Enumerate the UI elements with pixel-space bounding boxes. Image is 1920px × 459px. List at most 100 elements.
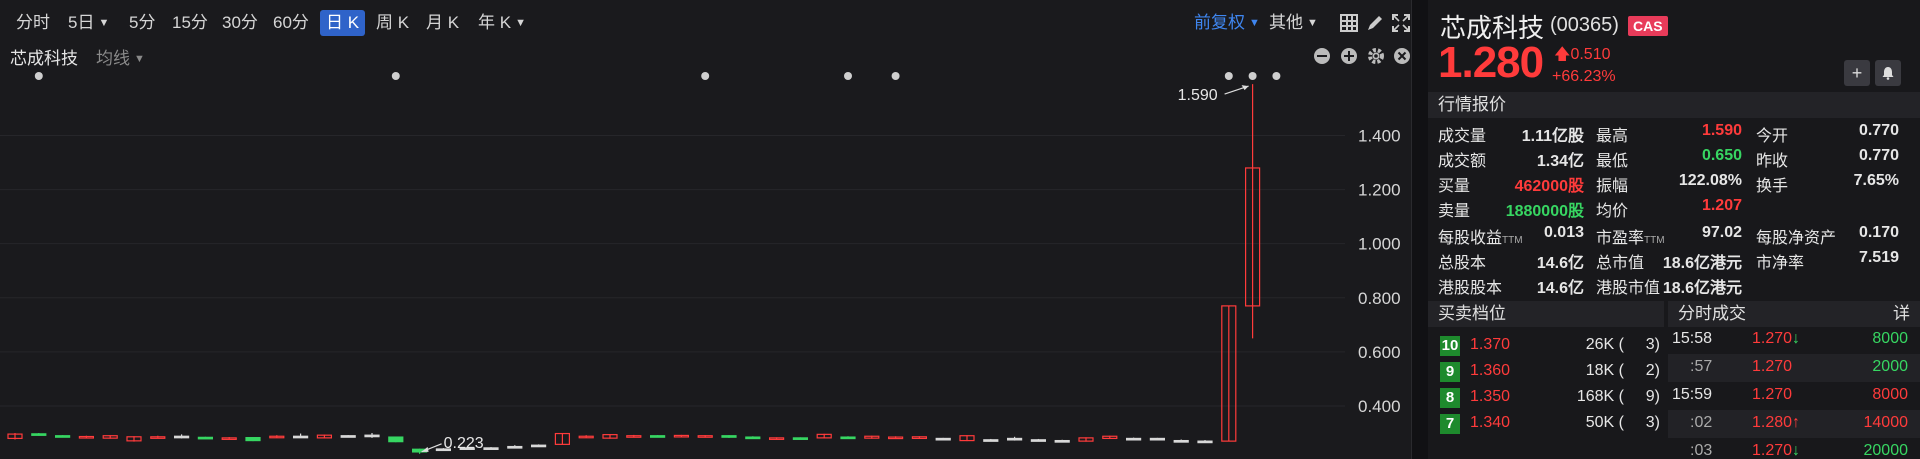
candle-body[interactable] xyxy=(1054,439,1070,443)
chevron-down-icon: ▼ xyxy=(134,53,145,65)
candle-body[interactable] xyxy=(507,445,523,449)
candle-body[interactable] xyxy=(1006,437,1023,441)
quote-value: 0.170 xyxy=(1858,224,1899,241)
trades-header: 分时成交 详 xyxy=(1668,301,1920,327)
level-badge: 8 xyxy=(1440,388,1460,408)
y-tick-label: 1.200 xyxy=(1358,181,1401,200)
quote-label: 港股市值 xyxy=(1596,280,1661,297)
candlestick-chart[interactable]: 1.400 1.200 1.000 0.800 0.600 0.400 1.590 0.22… xyxy=(0,66,1412,459)
event-marker-dot[interactable] xyxy=(1248,72,1257,80)
y-tick-label: 0.800 xyxy=(1358,289,1401,308)
orderbook-row[interactable]: 10 1.370 26K (3) xyxy=(1428,333,1664,359)
other-dropdown[interactable]: 其他 ▼ xyxy=(1263,10,1324,36)
candle-body[interactable] xyxy=(935,437,951,441)
period-tab-yearly-k[interactable]: 年 K ▼ xyxy=(472,10,532,36)
kline-panel: 分时 5日 ▼ 5分 15分 30分 60分 日 K 周 K 月 K 年 K ▼ 前… xyxy=(0,0,1412,459)
candle-body[interactable] xyxy=(293,435,309,439)
gear-icon[interactable] xyxy=(1366,46,1386,66)
period-tab-60min[interactable]: 60分 xyxy=(267,10,315,36)
add-watchlist-button[interactable]: + xyxy=(1844,60,1870,86)
quote-label: 每股净资产 xyxy=(1756,230,1837,247)
quote-label: 振幅 xyxy=(1596,178,1629,195)
adjust-dropdown[interactable]: 前复权 ▼ xyxy=(1188,10,1266,36)
period-tab-30min[interactable]: 30分 xyxy=(216,10,264,36)
quote-label: 市盈率TTM xyxy=(1596,230,1665,247)
alert-bell-button[interactable] xyxy=(1875,60,1901,86)
candle-body[interactable] xyxy=(1197,440,1213,444)
candle-body[interactable] xyxy=(197,436,213,440)
period-tab-5day[interactable]: 5日 ▼ xyxy=(62,10,115,36)
event-marker-dot[interactable] xyxy=(1272,72,1281,80)
other-label: 其他 xyxy=(1269,13,1303,32)
y-tick-label: 0.400 xyxy=(1358,397,1401,416)
candle-body[interactable] xyxy=(1149,437,1166,441)
ttm-suffix: TTM xyxy=(1644,235,1665,246)
candle-body[interactable] xyxy=(245,437,261,442)
close-icon[interactable] xyxy=(1392,46,1412,66)
candle-body[interactable] xyxy=(530,444,547,448)
quote-label: 最高 xyxy=(1596,128,1629,145)
orderbook-row[interactable]: 8 1.350 168K (9) xyxy=(1428,385,1664,411)
candle-body[interactable] xyxy=(364,434,380,438)
y-axis: 1.400 1.200 1.000 0.800 0.600 0.400 xyxy=(1358,127,1401,416)
event-marker-dot[interactable] xyxy=(34,72,43,80)
candle-body[interactable] xyxy=(745,436,761,440)
quote-label: 成交额 xyxy=(1438,153,1487,170)
trade-volume: 2000 xyxy=(1872,358,1908,375)
trade-time: :57 xyxy=(1690,358,1713,375)
draw-pen-icon[interactable] xyxy=(1364,12,1386,34)
candle-body[interactable] xyxy=(1173,439,1189,443)
period-tab-weekly-k[interactable]: 周 K xyxy=(370,10,415,36)
price-change-pct: +66.23% xyxy=(1552,68,1616,85)
chevron-down-icon: ▼ xyxy=(1307,17,1318,29)
trade-row: 15:59 1.270 8000 xyxy=(1668,382,1920,410)
orderbook-row[interactable]: 9 1.360 18K (2) xyxy=(1428,359,1664,385)
candle-body[interactable] xyxy=(340,435,356,438)
quote-label: 成交量 xyxy=(1438,128,1487,145)
period-tab-5min[interactable]: 5分 xyxy=(123,10,161,36)
candle-body[interactable] xyxy=(54,435,71,438)
candle-body[interactable] xyxy=(840,436,856,440)
trade-volume: 8000 xyxy=(1872,330,1908,347)
trade-time: 15:58 xyxy=(1672,330,1713,347)
orderbook-header: 买卖档位 xyxy=(1428,301,1664,327)
quote-value: 7.519 xyxy=(1858,249,1899,266)
period-tab-15min[interactable]: 15分 xyxy=(166,10,214,36)
candle-body[interactable] xyxy=(792,437,809,440)
y-tick-label: 0.600 xyxy=(1358,343,1401,362)
candle-body[interactable] xyxy=(983,439,999,442)
candle-body[interactable] xyxy=(649,435,666,438)
candle-body[interactable] xyxy=(388,436,404,443)
event-marker-dot[interactable] xyxy=(844,72,852,80)
period-tab-timeshare[interactable]: 分时 xyxy=(10,10,56,36)
event-marker-dot[interactable] xyxy=(391,72,400,80)
event-marker-dot[interactable] xyxy=(891,72,900,80)
period-tab-daily-k[interactable]: 日 K xyxy=(320,10,366,36)
quote-value: 462000股 xyxy=(1514,178,1584,195)
event-marker-dot[interactable] xyxy=(701,72,710,80)
trades-detail-link[interactable]: 详 xyxy=(1893,301,1910,327)
zoom-in-icon[interactable] xyxy=(1339,46,1359,66)
candle-body[interactable] xyxy=(1030,439,1047,442)
level-badge: 10 xyxy=(1440,336,1460,356)
quote-label: 卖量 xyxy=(1438,203,1471,220)
fullscreen-icon[interactable] xyxy=(1390,12,1412,34)
orderbook-row[interactable]: 7 1.340 50K (3) xyxy=(1428,411,1664,437)
quote-value: 0.770 xyxy=(1858,147,1899,164)
level-price: 1.350 xyxy=(1470,388,1511,405)
candle-body[interactable] xyxy=(31,433,47,436)
period-toolbar: 分时 5日 ▼ 5分 15分 30分 60分 日 K 周 K 月 K 年 K ▼ 前… xyxy=(0,0,1412,44)
zoom-out-icon[interactable] xyxy=(1312,46,1332,66)
trade-time: :03 xyxy=(1690,442,1713,459)
candle-body[interactable] xyxy=(1125,437,1142,441)
level-badge: 9 xyxy=(1440,362,1460,382)
arrow-up-icon: ↑ xyxy=(1792,414,1801,431)
layout-grid-icon[interactable] xyxy=(1338,12,1360,34)
candle-body[interactable] xyxy=(483,447,499,450)
trade-volume: 14000 xyxy=(1863,414,1909,431)
event-marker-dot[interactable] xyxy=(1224,72,1233,80)
period-tab-monthly-k[interactable]: 月 K xyxy=(420,10,465,36)
high-price-label: 1.590 xyxy=(1178,87,1218,104)
candle-body[interactable] xyxy=(174,435,190,439)
candle-body[interactable] xyxy=(721,435,737,438)
